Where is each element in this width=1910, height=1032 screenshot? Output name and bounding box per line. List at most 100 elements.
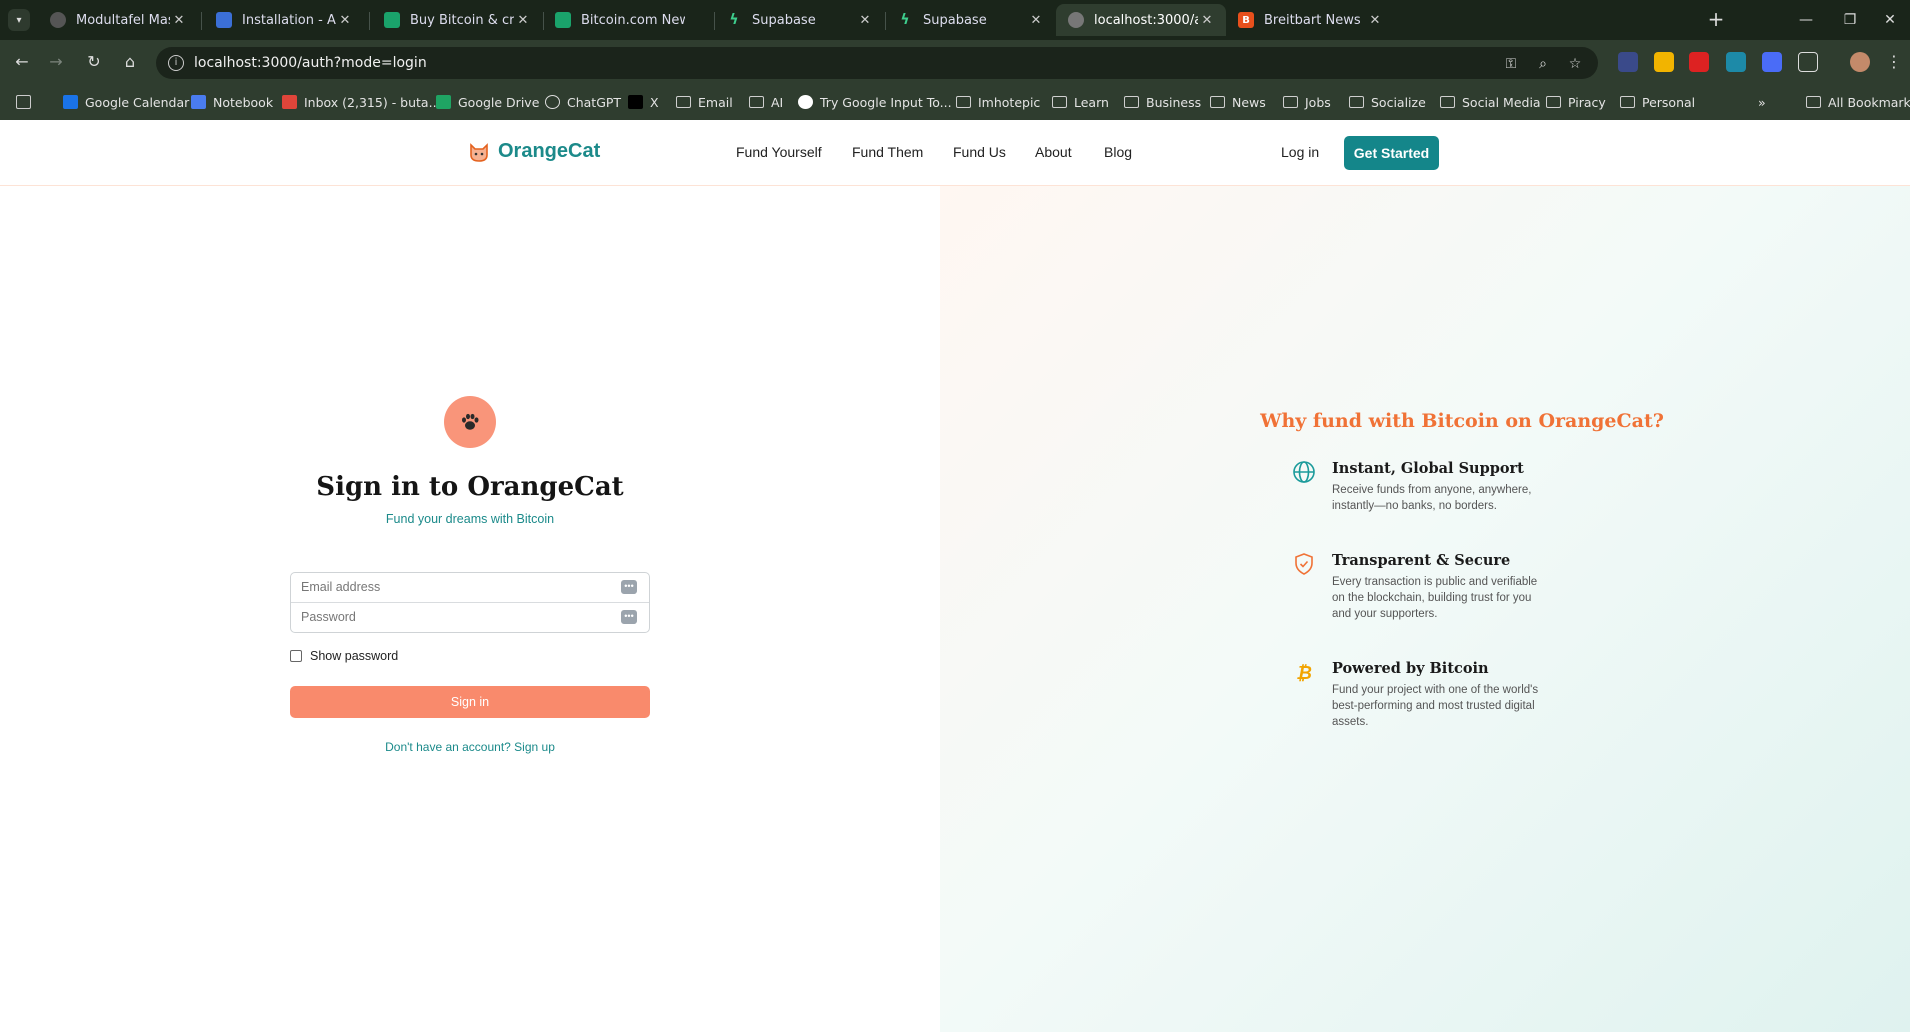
breitbart-icon: B	[1238, 12, 1254, 28]
extension-icon[interactable]	[1762, 52, 1782, 72]
nav-blog[interactable]: Blog	[1104, 144, 1132, 160]
zoom-icon[interactable]: ⌕	[1534, 55, 1552, 73]
globe-icon	[1293, 461, 1315, 483]
feature-title: Powered by Bitcoin	[1332, 660, 1489, 677]
bookmark-folder[interactable]: Personal	[1620, 93, 1695, 111]
bookmark-folder[interactable]: Socialize	[1349, 93, 1426, 111]
forward-arrow-icon[interactable]: →	[44, 50, 68, 74]
nav-fund-us[interactable]: Fund Us	[953, 144, 1006, 160]
bookmark-item[interactable]: Google Calendar	[63, 93, 189, 111]
browser-tab[interactable]: ϟ Supabase ✕	[714, 4, 884, 36]
show-password-toggle[interactable]: Show password	[290, 649, 398, 663]
back-arrow-icon[interactable]: ←	[10, 50, 34, 74]
bookmark-item[interactable]: Google Drive	[436, 93, 539, 111]
close-tab-icon[interactable]: ✕	[170, 13, 188, 28]
bookmark-folder[interactable]: Business	[1124, 93, 1201, 111]
folder-icon	[1349, 96, 1364, 108]
tab-strip: ▾ Modultafel Masterstudien ✕ Installatio…	[0, 0, 1910, 40]
browser-tab[interactable]: Modultafel Masterstudien ✕	[38, 4, 198, 36]
folder-icon	[956, 96, 971, 108]
close-tab-icon[interactable]: ✕	[336, 13, 354, 28]
close-tab-icon[interactable]: ✕	[1027, 13, 1045, 28]
site-info-icon[interactable]: i	[168, 55, 184, 71]
google-drive-icon	[436, 95, 451, 109]
bookmark-item[interactable]: Try Google Input To...	[798, 93, 952, 111]
restore-icon[interactable]: ❐	[1830, 8, 1870, 32]
browser-tab[interactable]: Installation - AgentDesk ✕	[204, 4, 364, 36]
folder-icon	[1052, 96, 1067, 108]
bookmark-folder[interactable]: News	[1210, 93, 1266, 111]
password-manager-icon[interactable]: •••	[621, 610, 637, 624]
chatgpt-icon	[545, 95, 560, 109]
benefits-panel: Why fund with Bitcoin on OrangeCat? Inst…	[940, 186, 1910, 1032]
minimize-icon[interactable]: —	[1786, 8, 1826, 32]
login-link[interactable]: Log in	[1281, 144, 1319, 160]
show-password-label: Show password	[310, 649, 399, 663]
bookmark-item[interactable]: X	[628, 93, 659, 111]
bookmark-item[interactable]: Notebook	[191, 93, 273, 111]
bookmark-folder[interactable]: Email	[676, 93, 733, 111]
browser-tab[interactable]: Bitcoin.com News	[543, 4, 713, 36]
shield-check-icon	[1295, 553, 1313, 575]
close-tab-icon[interactable]: ✕	[1366, 13, 1384, 28]
password-field-wrapper: •••	[291, 603, 649, 633]
close-tab-icon[interactable]: ✕	[856, 13, 874, 28]
gmail-icon	[282, 95, 297, 109]
all-bookmarks-folder[interactable]: All Bookmarks	[1806, 93, 1910, 111]
home-icon[interactable]: ⌂	[118, 50, 142, 74]
url-text[interactable]: localhost:3000/auth?mode=login	[194, 55, 427, 71]
address-bar[interactable]: i localhost:3000/auth?mode=login ⚿ ⌕ ☆	[156, 47, 1598, 79]
signin-button[interactable]: Sign in	[290, 686, 650, 718]
extension-icon[interactable]	[1618, 52, 1638, 72]
tab-search-chevron-icon[interactable]: ▾	[8, 9, 30, 31]
close-tab-icon[interactable]: ✕	[514, 13, 532, 28]
bookmark-folder[interactable]: Learn	[1052, 93, 1109, 111]
bookmark-star-icon[interactable]: ☆	[1566, 55, 1584, 73]
site-logo[interactable]: OrangeCat	[468, 140, 600, 163]
apps-grid-icon[interactable]	[16, 93, 38, 111]
bookmark-folder[interactable]: Imhotepic	[956, 93, 1040, 111]
browser-tab[interactable]: B Breitbart News Network ✕	[1226, 4, 1394, 36]
browser-menu-icon[interactable]: ⋮	[1882, 50, 1906, 74]
extensions-puzzle-icon[interactable]	[1798, 52, 1818, 72]
profile-avatar[interactable]	[1850, 52, 1870, 72]
extension-icon[interactable]	[1726, 52, 1746, 72]
bookmark-folder[interactable]: Social Media	[1440, 93, 1541, 111]
bookmark-folder[interactable]: Piracy	[1546, 93, 1606, 111]
paw-icon	[462, 413, 479, 430]
password-input[interactable]	[291, 603, 611, 631]
brand-name: OrangeCat	[498, 140, 601, 162]
orangecat-logo-icon	[470, 142, 488, 162]
bookmark-item[interactable]: Inbox (2,315) - buta...	[282, 93, 441, 111]
reload-icon[interactable]: ↻	[82, 50, 106, 74]
google-drive-extension-icon[interactable]	[1654, 52, 1674, 72]
folder-icon	[1546, 96, 1561, 108]
browser-tab-active[interactable]: localhost:3000/auth?mod ✕	[1056, 4, 1226, 36]
bitcoin-icon: ₿	[1296, 663, 1312, 684]
password-key-icon[interactable]: ⚿	[1502, 55, 1520, 73]
benefits-title: Why fund with Bitcoin on OrangeCat?	[1260, 410, 1664, 432]
show-password-checkbox[interactable]	[290, 650, 302, 662]
extension-icon[interactable]	[1689, 52, 1709, 72]
close-window-icon[interactable]: ✕	[1870, 8, 1910, 32]
password-manager-icon[interactable]: •••	[621, 580, 637, 594]
close-tab-icon[interactable]: ✕	[1198, 13, 1216, 28]
browser-chrome: ▾ Modultafel Masterstudien ✕ Installatio…	[0, 0, 1910, 120]
bookmark-folder[interactable]: Jobs	[1283, 93, 1331, 111]
new-tab-plus-icon[interactable]: +	[1704, 8, 1728, 32]
nav-fund-yourself[interactable]: Fund Yourself	[736, 144, 822, 160]
bookmark-folder[interactable]: AI	[749, 93, 783, 111]
more-bookmarks-chevron-icon[interactable]: »	[1758, 93, 1766, 111]
browser-toolbar: ← → ↻ ⌂ i localhost:3000/auth?mode=login…	[0, 40, 1910, 84]
email-input[interactable]	[291, 573, 611, 601]
browser-tab[interactable]: Buy Bitcoin & cryptocurre ✕	[372, 4, 542, 36]
nav-about[interactable]: About	[1035, 144, 1072, 160]
folder-icon	[1124, 96, 1139, 108]
signup-link[interactable]: Don't have an account? Sign up	[290, 740, 650, 754]
browser-tab[interactable]: ϟ Supabase ✕	[885, 4, 1055, 36]
nav-fund-them[interactable]: Fund Them	[852, 144, 923, 160]
globe-icon	[1068, 12, 1084, 28]
folder-icon	[1620, 96, 1635, 108]
get-started-button[interactable]: Get Started	[1344, 136, 1439, 170]
bookmark-item[interactable]: ChatGPT	[545, 93, 621, 111]
